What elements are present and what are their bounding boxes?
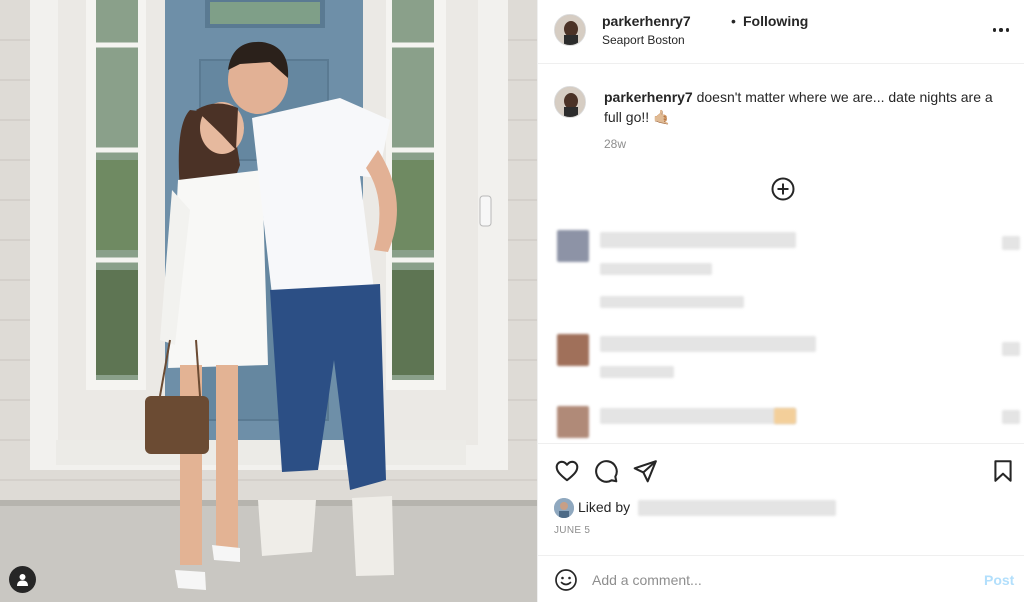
avatar-image: [554, 498, 574, 518]
smiley-icon: [555, 569, 577, 591]
comment-like-icon[interactable]: [1002, 410, 1020, 424]
save-button[interactable]: [990, 458, 1016, 484]
following-button[interactable]: Following: [743, 13, 808, 29]
paper-plane-icon: [633, 460, 657, 483]
more-options-icon: [999, 28, 1003, 32]
commenter-avatar[interactable]: [557, 334, 589, 366]
like-button[interactable]: [554, 458, 580, 484]
avatar-image: [555, 15, 585, 45]
more-options-icon: [1005, 28, 1010, 32]
commenter-avatar[interactable]: [557, 230, 589, 262]
comment-emoji: [774, 408, 796, 424]
comment-button[interactable]: [593, 458, 619, 484]
comment-like-icon[interactable]: [1002, 342, 1020, 356]
post-side-panel: parkerhenry7 • Following Seaport Boston …: [537, 0, 1024, 602]
post-header: parkerhenry7 • Following Seaport Boston: [538, 0, 1024, 64]
liker-avatar[interactable]: [554, 498, 574, 518]
comment-bubble-icon: [595, 460, 618, 483]
load-more-comments-button[interactable]: [770, 176, 796, 202]
post-date[interactable]: JUNE 5: [554, 525, 590, 536]
comment-text: [600, 408, 796, 424]
more-options-button[interactable]: [990, 22, 1012, 38]
post-location[interactable]: Seaport Boston: [602, 33, 685, 47]
comment-text: [600, 232, 796, 248]
liked-by-label: Liked by: [578, 499, 631, 515]
user-icon: [17, 574, 28, 586]
comment-text: [600, 336, 816, 352]
more-options-icon: [992, 28, 997, 32]
separator-dot: •: [731, 13, 736, 29]
comment-meta: [600, 366, 674, 378]
caption-avatar[interactable]: [554, 86, 586, 118]
post-photo[interactable]: [0, 0, 537, 602]
author-username[interactable]: parkerhenry7: [602, 13, 691, 29]
share-button[interactable]: [632, 458, 658, 484]
author-avatar[interactable]: [554, 14, 586, 46]
tagged-users-button[interactable]: [9, 566, 36, 593]
post-comment-button[interactable]: Post: [984, 572, 1014, 588]
caption-text: parkerhenry7 doesn't matter where we are…: [604, 87, 1008, 127]
comment-meta: [600, 263, 712, 275]
liked-by-names[interactable]: [638, 500, 836, 516]
emoji-picker-button[interactable]: [554, 568, 578, 592]
view-replies[interactable]: [600, 296, 744, 308]
comment-list: [538, 218, 1024, 442]
plus-circle-icon: [771, 177, 795, 201]
caption-timestamp[interactable]: 28w: [604, 137, 626, 151]
comment-like-icon[interactable]: [1002, 236, 1020, 250]
commenter-avatar[interactable]: [557, 406, 589, 438]
bookmark-icon: [994, 460, 1012, 482]
heart-icon: [555, 460, 579, 482]
add-comment-bar: Post: [538, 555, 1024, 602]
avatar-image: [555, 87, 585, 117]
comment-input[interactable]: [592, 568, 952, 592]
caption-username[interactable]: parkerhenry7: [604, 89, 693, 105]
couple-photo-illustration: [0, 0, 537, 602]
post-actions-bar: [538, 443, 1024, 495]
